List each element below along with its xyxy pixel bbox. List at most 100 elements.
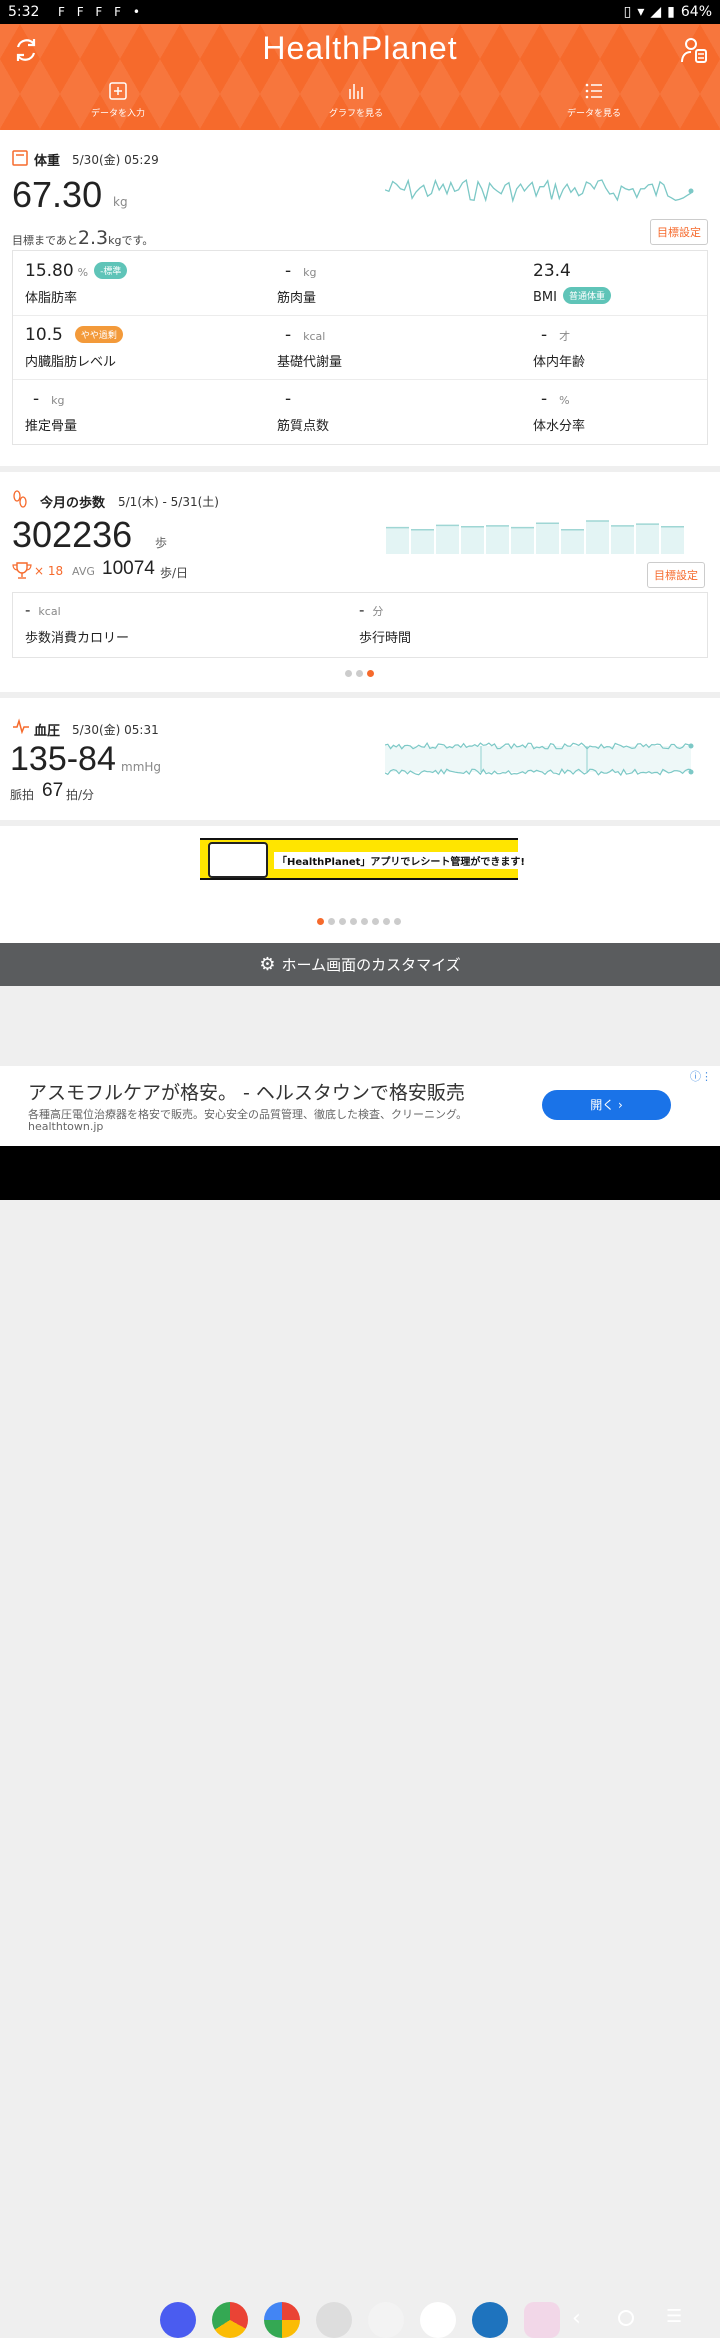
status-time: 5:32 — [8, 4, 40, 20]
customize-label: ホーム画面のカスタマイズ — [281, 956, 461, 974]
page-dot[interactable] — [372, 918, 379, 925]
metric-value: - — [33, 389, 40, 409]
page-dot-active[interactable] — [317, 918, 324, 925]
steps-bar — [611, 525, 634, 554]
metric-label: 歩数消費カロリー — [25, 631, 130, 646]
page-dot[interactable] — [361, 918, 368, 925]
weight-title: 体重 — [34, 154, 61, 169]
banner-card[interactable]: 「HealthPlanet」アプリでレシート管理ができます! — [0, 826, 720, 943]
chrome-app-icon[interactable] — [212, 2302, 248, 2338]
steps-date: 5/1(木) - 5/31(土) — [118, 495, 219, 509]
steps-bar — [561, 529, 584, 554]
weight-sparkline — [385, 178, 694, 204]
avg-unit: 歩/日 — [160, 566, 189, 580]
settings-app-icon[interactable] — [472, 2302, 508, 2338]
signal-icon: ◢ — [650, 4, 662, 20]
gallery-app-icon[interactable] — [368, 2302, 404, 2338]
divider — [13, 315, 707, 316]
photos-app-icon[interactable] — [264, 2302, 300, 2338]
steps-value: 302236 — [12, 514, 133, 555]
app-logo: HealthPlanet — [262, 30, 458, 66]
notification-icons: F F F F • — [58, 5, 144, 19]
app-header: HealthPlanet データを入力 グラフを見る データを見る — [0, 24, 720, 130]
pulse-label: 脈拍 — [10, 788, 35, 802]
metric-value: 23.4 — [533, 261, 571, 281]
body-metrics-grid: 15.80% -標準 体脂肪率 - kg 筋肉量 23.4 BMI 普通体重 10.5… — [12, 250, 708, 445]
steps-page-indicator[interactable] — [345, 670, 374, 677]
weight-card[interactable]: 体重 5/30(金) 05:29 67.30 kg 目標まであと2.3kgです。… — [0, 130, 720, 466]
camera-app-icon[interactable] — [316, 2302, 352, 2338]
nav-label: グラフを見る — [328, 109, 383, 119]
nav-data-list[interactable]: データを見る — [544, 82, 644, 119]
steps-bar — [536, 523, 559, 554]
back-icon[interactable]: ‹ — [572, 2306, 581, 2331]
gear-icon: ⚙ — [259, 954, 276, 975]
metric-value: - — [359, 601, 365, 619]
blood-pressure-card[interactable]: 血圧 5/30(金) 05:31 135-84 mmHg 脈拍 67 拍/分 — [0, 698, 720, 820]
trophy-count: × 18 — [34, 564, 64, 578]
steps-bar — [461, 526, 484, 554]
plus-box-icon — [109, 82, 127, 100]
nav-graph[interactable]: グラフを見る — [306, 82, 406, 119]
customize-home-button[interactable]: ⚙ ホーム画面のカスタマイズ — [0, 943, 720, 986]
page-dot[interactable] — [345, 670, 352, 677]
metric-value: 15.80 — [25, 261, 74, 281]
goal-suffix: kgです。 — [108, 234, 154, 247]
steps-metrics-grid: - kcal 歩数消費カロリー -分 歩行時間 — [12, 592, 708, 658]
page-dot[interactable] — [394, 918, 401, 925]
weight-date: 5/30(金) 05:29 — [72, 153, 159, 167]
metric-value: - — [541, 325, 548, 345]
bp-unit: mmHg — [121, 760, 162, 774]
bp-date: 5/30(金) 05:31 — [72, 723, 159, 737]
page-dot[interactable] — [339, 918, 346, 925]
messages-app-icon[interactable] — [160, 2302, 196, 2338]
system-nav-bar: ‹ ☰ — [0, 1146, 720, 2338]
wifi-icon: ▾ — [637, 4, 645, 20]
pulse-value: 67 — [42, 780, 64, 801]
metric-unit: kcal — [38, 605, 61, 618]
page-dot[interactable] — [350, 918, 357, 925]
ad-info-icon[interactable]: ⓘ⋮ — [690, 1068, 712, 1084]
bp-title: 血圧 — [34, 724, 61, 739]
battery-icon: ▮ — [667, 4, 675, 20]
bp-value: 135-84 — [10, 740, 116, 778]
metric-unit: kg — [51, 394, 65, 407]
divider — [13, 379, 707, 380]
page-dot[interactable] — [383, 918, 390, 925]
bar-chart-icon — [349, 84, 363, 99]
steps-card[interactable]: 今月の歩数 5/1(木) - 5/31(土) 302236 歩 × 18 AVG… — [0, 472, 720, 692]
ad-banner[interactable]: アスモフルケアが格安。 - ヘルスタウンで格安販売 各種高圧電位治療器を格安で販… — [0, 1066, 720, 1146]
weight-goal-button[interactable]: 目標設定 — [650, 219, 708, 245]
ad-open-button[interactable]: 開く › — [542, 1090, 671, 1120]
metric-unit: 分 — [372, 605, 384, 618]
list-icon — [585, 83, 602, 99]
receipt-banner[interactable]: 「HealthPlanet」アプリでレシート管理ができます! — [200, 838, 528, 880]
user-settings-icon[interactable] — [680, 36, 708, 64]
steps-bar — [436, 525, 459, 554]
metric-label: 体内年齢 — [533, 355, 586, 370]
avg-value: 10074 — [102, 558, 155, 579]
steps-bar — [486, 525, 509, 554]
banner-page-indicator[interactable] — [317, 918, 401, 925]
maps-app-icon[interactable] — [420, 2302, 456, 2338]
metric-value: - — [285, 261, 292, 281]
scale-icon — [12, 150, 28, 166]
status-badge: 普通体重 — [562, 287, 611, 304]
metric-label: 体脂肪率 — [25, 291, 78, 306]
battery-level: 64% — [680, 4, 712, 20]
metric-value: - — [285, 389, 292, 409]
page-dot-active[interactable] — [367, 670, 374, 677]
ad-title: アスモフルケアが格安。 - ヘルスタウンで格安販売 — [28, 1082, 465, 1104]
page-dot[interactable] — [356, 670, 363, 677]
metric-value: - — [25, 601, 31, 619]
status-bar: 5:32 F F F F • ▯ ▾ ◢ ▮ 64% — [0, 0, 720, 24]
bp-sparkline — [385, 741, 694, 777]
phone-illustration — [208, 842, 268, 878]
page-dot[interactable] — [328, 918, 335, 925]
steps-goal-button[interactable]: 目標設定 — [647, 562, 705, 588]
app-drawer-icon[interactable] — [524, 2302, 560, 2338]
home-icon[interactable] — [618, 2310, 634, 2326]
recents-icon[interactable]: ☰ — [666, 2306, 682, 2327]
steps-bar-chart — [386, 520, 684, 554]
nav-data-input[interactable]: データを入力 — [68, 82, 168, 119]
